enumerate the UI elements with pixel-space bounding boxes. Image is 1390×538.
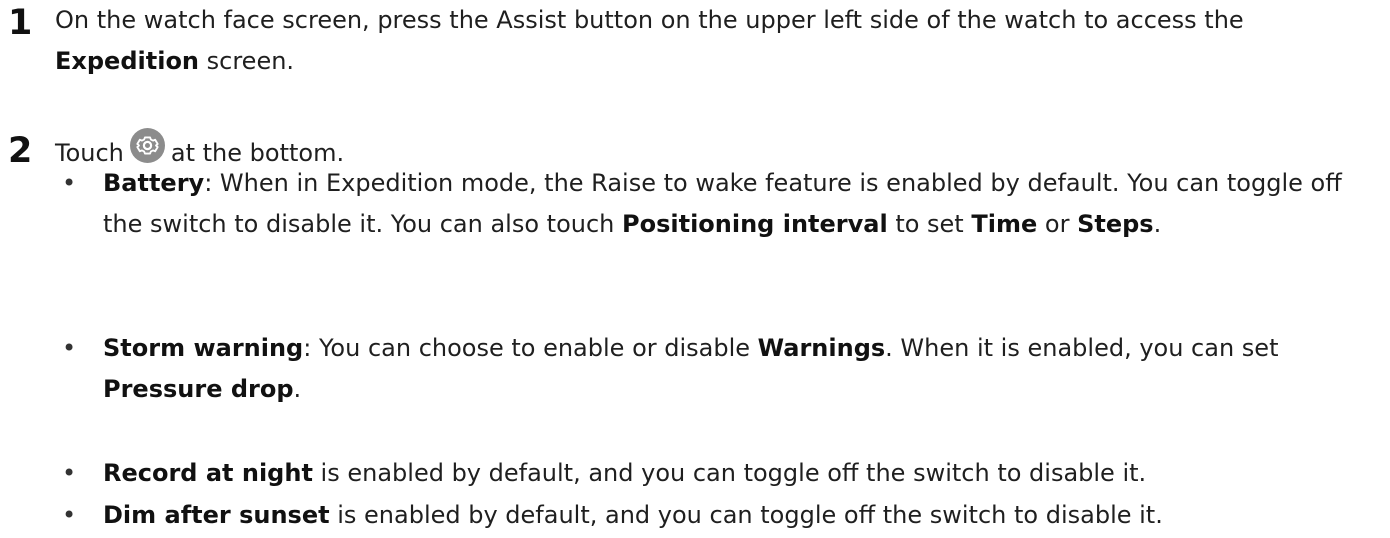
step-text-part: On the watch face screen, press the Assi… <box>55 6 1244 34</box>
step-number: 2 <box>8 131 33 171</box>
bullet-bold: Time <box>971 210 1038 238</box>
bullet-text: to set <box>887 210 972 238</box>
bullet-text: is enabled by default, and you can toggl… <box>312 459 1147 487</box>
bullet-marker: • <box>62 169 77 197</box>
expedition-label: Expedition <box>55 47 200 75</box>
bullet-text: . <box>293 375 302 403</box>
bullet-text: or <box>1037 210 1078 238</box>
bullet-bold: Record at night <box>103 459 313 487</box>
step-number: 1 <box>8 3 33 43</box>
bullet-marker: • <box>62 501 77 529</box>
bullet-bold: Steps <box>1077 210 1154 238</box>
bullet-storm-warning: Storm warning: You can choose to enable … <box>103 328 1373 410</box>
bullet-bold: Warnings <box>757 334 886 362</box>
bullet-marker: • <box>62 334 77 362</box>
bullet-bold: Storm warning <box>103 334 304 362</box>
bullet-bold: Battery <box>103 169 205 197</box>
bullet-text: is enabled by default, and you can toggl… <box>329 501 1163 529</box>
bullet-battery: Battery: When in Expedition mode, the Ra… <box>103 163 1373 245</box>
bullet-bold: Dim after sunset <box>103 501 330 529</box>
bullet-text: . <box>1153 210 1162 238</box>
bullet-marker: • <box>62 459 77 487</box>
bullet-bold: Pressure drop <box>103 375 294 403</box>
step-text-part: screen. <box>199 47 295 75</box>
bullet-text: . When it is enabled, you can set <box>885 334 1279 362</box>
bullet-record-at-night: Record at night is enabled by default, a… <box>103 453 1373 494</box>
step-text: On the watch face screen, press the Assi… <box>55 0 1385 82</box>
settings-gear-icon <box>129 128 165 163</box>
bullet-dim-after-sunset: Dim after sunset is enabled by default, … <box>103 495 1373 536</box>
bullet-text: : You can choose to enable or disable <box>303 334 758 362</box>
document-page: 1 On the watch face screen, press the As… <box>0 0 1390 538</box>
bullet-bold: Positioning interval <box>622 210 888 238</box>
